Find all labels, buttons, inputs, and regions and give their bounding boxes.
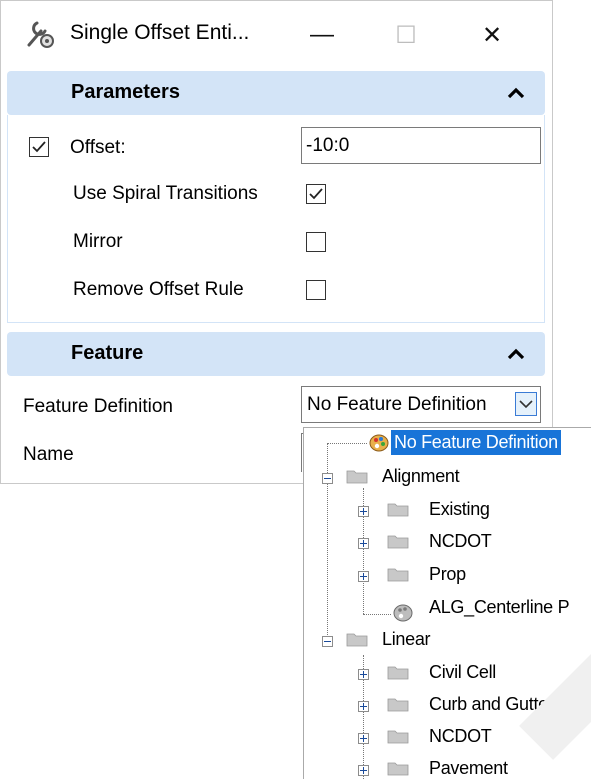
collapse-toggle-icon[interactable] <box>322 473 333 484</box>
offset-input[interactable] <box>301 127 541 164</box>
folder-icon <box>346 470 368 484</box>
folder-icon <box>387 535 409 549</box>
minimize-button[interactable]: — <box>302 15 342 55</box>
folder-icon <box>387 503 409 517</box>
maximize-button[interactable]: ☐ <box>386 15 426 55</box>
chevron-up-icon[interactable] <box>505 82 527 104</box>
expand-toggle-icon[interactable] <box>358 571 369 582</box>
checkmark-icon <box>32 141 46 153</box>
expand-toggle-icon[interactable] <box>358 765 369 776</box>
folder-icon <box>387 762 409 776</box>
tree-item-no-feature-definition[interactable]: No Feature Definition <box>391 430 561 455</box>
expand-toggle-icon[interactable] <box>358 506 369 517</box>
feature-definition-combo[interactable]: No Feature Definition <box>301 386 541 423</box>
mirror-checkbox[interactable] <box>306 232 326 252</box>
feature-section-header[interactable]: Feature <box>7 332 545 376</box>
parameters-section-header[interactable]: Parameters <box>7 71 545 115</box>
tree-item-existing[interactable]: Existing <box>429 499 490 520</box>
expand-toggle-icon[interactable] <box>358 701 369 712</box>
offset-checkbox[interactable] <box>29 137 49 157</box>
tree-item-ncdot-linear[interactable]: NCDOT <box>429 726 492 747</box>
expand-toggle-icon[interactable] <box>358 538 369 549</box>
tree-item-civil-cell[interactable]: Civil Cell <box>429 662 496 683</box>
palette-gray-icon <box>393 604 413 622</box>
tree-item-prop[interactable]: Prop <box>429 564 466 585</box>
tree-item-pavement[interactable]: Pavement <box>429 758 508 779</box>
feature-header-label: Feature <box>71 342 144 364</box>
feature-definition-value: No Feature Definition <box>307 394 487 415</box>
parameters-header-label: Parameters <box>71 81 180 103</box>
tree-item-alg-centerline[interactable]: ALG_Centerline P <box>429 597 570 618</box>
remove-offset-rule-label: Remove Offset Rule <box>73 279 244 300</box>
remove-offset-rule-checkbox[interactable] <box>306 280 326 300</box>
window-title: Single Offset Enti... <box>70 21 250 44</box>
title-bar[interactable]: Single Offset Enti... — ☐ ✕ <box>1 1 554 69</box>
folder-icon <box>387 730 409 744</box>
tree-item-alignment[interactable]: Alignment <box>382 466 460 487</box>
tree-connector <box>363 614 391 615</box>
feature-definition-label: Feature Definition <box>23 396 173 417</box>
tree-item-linear[interactable]: Linear <box>382 629 431 650</box>
name-label: Name <box>23 444 74 465</box>
tree-connector <box>327 443 367 444</box>
chevron-down-icon <box>519 400 533 409</box>
folder-icon <box>387 698 409 712</box>
folder-icon <box>346 633 368 647</box>
folder-icon <box>387 568 409 582</box>
wrench-gear-icon <box>23 17 57 51</box>
single-offset-dialog: Single Offset Enti... — ☐ ✕ Parameters O… <box>0 0 553 484</box>
expand-toggle-icon[interactable] <box>358 669 369 680</box>
palette-icon <box>369 434 389 452</box>
chevron-up-icon[interactable] <box>505 343 527 365</box>
mirror-label: Mirror <box>73 231 123 252</box>
checkmark-icon <box>309 188 323 200</box>
use-spiral-checkbox[interactable] <box>306 184 326 204</box>
offset-label: Offset: <box>70 137 126 158</box>
folder-icon <box>387 666 409 680</box>
dropdown-button[interactable] <box>515 392 537 416</box>
tree-item-ncdot[interactable]: NCDOT <box>429 531 492 552</box>
use-spiral-label: Use Spiral Transitions <box>73 183 258 204</box>
close-button[interactable]: ✕ <box>472 15 512 55</box>
collapse-toggle-icon[interactable] <box>322 636 333 647</box>
expand-toggle-icon[interactable] <box>358 733 369 744</box>
